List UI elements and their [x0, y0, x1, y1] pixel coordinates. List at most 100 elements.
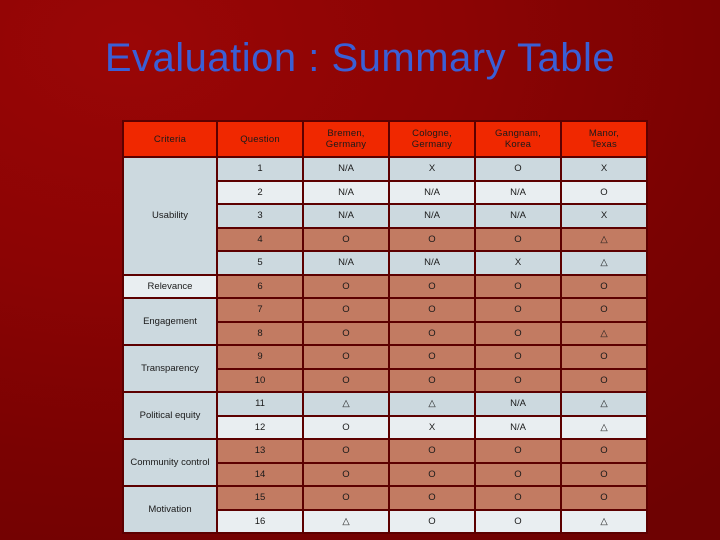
column-header-line2: Germany	[325, 139, 367, 150]
column-header-line2: Korea	[504, 139, 532, 150]
rating-cell-bremen: △	[304, 393, 388, 415]
rating-cell-cologne: N/A	[390, 205, 474, 227]
rating-cell-cologne: O	[390, 322, 474, 344]
question-number-cell: 2	[218, 181, 302, 203]
question-number-cell: 11	[218, 393, 302, 415]
rating-cell-bremen: N/A	[304, 205, 388, 227]
rating-cell-bremen: N/A	[304, 181, 388, 203]
criteria-cell: Political equity	[124, 393, 216, 438]
rating-cell-bremen: O	[304, 487, 388, 509]
rating-cell-bremen: O	[304, 463, 388, 485]
rating-cell-gangnam: N/A	[476, 393, 560, 415]
criteria-cell: Motivation	[124, 487, 216, 532]
rating-cell-manor: O	[562, 440, 646, 462]
rating-cell-bremen: O	[304, 228, 388, 250]
rating-cell-manor: △	[562, 322, 646, 344]
column-header-question: Question	[218, 122, 302, 156]
rating-cell-cologne: X	[390, 416, 474, 438]
rating-cell-cologne: O	[390, 369, 474, 391]
column-header-line1: Criteria	[153, 133, 187, 145]
rating-cell-cologne: N/A	[390, 181, 474, 203]
table-row: Engagement 7 O O O O	[124, 299, 646, 344]
rating-cell-cologne: O	[390, 510, 474, 532]
question-number-cell: 14	[218, 463, 302, 485]
criteria-cell: Usability	[124, 158, 216, 274]
rating-cell-cologne: O	[390, 440, 474, 462]
rating-cell-cologne: O	[390, 228, 474, 250]
rating-cell-cologne: O	[390, 275, 474, 297]
rating-cell-gangnam: O	[476, 369, 560, 391]
rating-cell-gangnam: O	[476, 322, 560, 344]
rating-cell-cologne: △	[390, 393, 474, 415]
rating-cell-gangnam: O	[476, 487, 560, 509]
rating-cell-manor: △	[562, 416, 646, 438]
rating-cell-manor: O	[562, 275, 646, 297]
table-row: Political equity 11 △ △ N/A △	[124, 393, 646, 438]
rating-cell-bremen: O	[304, 369, 388, 391]
rating-cell-manor: △	[562, 228, 646, 250]
column-header-line2: Germany	[411, 139, 453, 150]
rating-cell-bremen: △	[304, 510, 388, 532]
question-number-cell: 13	[218, 440, 302, 462]
table-row: Community control 13 O O O O	[124, 440, 646, 485]
rating-cell-cologne: N/A	[390, 252, 474, 274]
rating-cell-gangnam: N/A	[476, 416, 560, 438]
criteria-cell: Engagement	[124, 299, 216, 344]
question-number-cell: 15	[218, 487, 302, 509]
criteria-cell: Transparency	[124, 346, 216, 391]
rating-cell-gangnam: O	[476, 299, 560, 321]
rating-cell-gangnam: O	[476, 346, 560, 368]
rating-cell-manor: △	[562, 393, 646, 415]
table-row: Motivation 15 O O O O	[124, 487, 646, 532]
column-header-line1: Manor,	[588, 128, 620, 139]
column-header-gangnam: Gangnam, Korea	[476, 122, 560, 156]
question-number-cell: 8	[218, 322, 302, 344]
table-row: Relevance 6 O O O O	[124, 275, 646, 297]
rating-cell-manor: O	[562, 346, 646, 368]
rating-cell-gangnam: N/A	[476, 181, 560, 203]
criteria-cell: Community control	[124, 440, 216, 485]
rating-cell-gangnam: O	[476, 275, 560, 297]
column-header-line1: Cologne,	[412, 128, 452, 139]
column-header-line2: Texas	[591, 139, 617, 150]
rating-cell-gangnam: N/A	[476, 205, 560, 227]
question-number-cell: 7	[218, 299, 302, 321]
question-number-cell: 1	[218, 158, 302, 180]
rating-cell-cologne: O	[390, 463, 474, 485]
rating-cell-bremen: N/A	[304, 158, 388, 180]
rating-cell-cologne: O	[390, 299, 474, 321]
slide-canvas: Evaluation : Summary Table Criteria Quest…	[0, 0, 720, 540]
rating-cell-gangnam: O	[476, 510, 560, 532]
rating-cell-cologne: O	[390, 487, 474, 509]
question-number-cell: 16	[218, 510, 302, 532]
table-row: Usability 1 N/A X O X	[124, 158, 646, 274]
rating-cell-manor: △	[562, 510, 646, 532]
rating-cell-bremen: O	[304, 299, 388, 321]
column-header-criteria: Criteria	[124, 122, 216, 156]
question-number-cell: 4	[218, 228, 302, 250]
table-row: Transparency 9 O O O O	[124, 346, 646, 391]
evaluation-summary-table: Criteria Question Bremen, Germany Cologne, Ge…	[122, 120, 648, 534]
column-header-line1: Question	[240, 133, 280, 145]
rating-cell-bremen: O	[304, 416, 388, 438]
table-header: Criteria Question Bremen, Germany Cologne, Ge…	[124, 122, 646, 156]
rating-cell-cologne: O	[390, 346, 474, 368]
rating-cell-manor: O	[562, 487, 646, 509]
column-header-line1: Bremen,	[327, 128, 365, 139]
rating-cell-bremen: O	[304, 440, 388, 462]
rating-cell-bremen: O	[304, 275, 388, 297]
question-number-cell: 6	[218, 275, 302, 297]
rating-cell-gangnam: O	[476, 440, 560, 462]
rating-cell-bremen: N/A	[304, 252, 388, 274]
rating-cell-gangnam: O	[476, 158, 560, 180]
rating-cell-gangnam: X	[476, 252, 560, 274]
column-header-cologne: Cologne, Germany	[390, 122, 474, 156]
column-header-bremen: Bremen, Germany	[304, 122, 388, 156]
question-number-cell: 10	[218, 369, 302, 391]
criteria-cell: Relevance	[124, 275, 216, 297]
rating-cell-gangnam: O	[476, 463, 560, 485]
rating-cell-gangnam: O	[476, 228, 560, 250]
rating-cell-manor: △	[562, 252, 646, 274]
rating-cell-manor: X	[562, 205, 646, 227]
question-number-cell: 5	[218, 252, 302, 274]
